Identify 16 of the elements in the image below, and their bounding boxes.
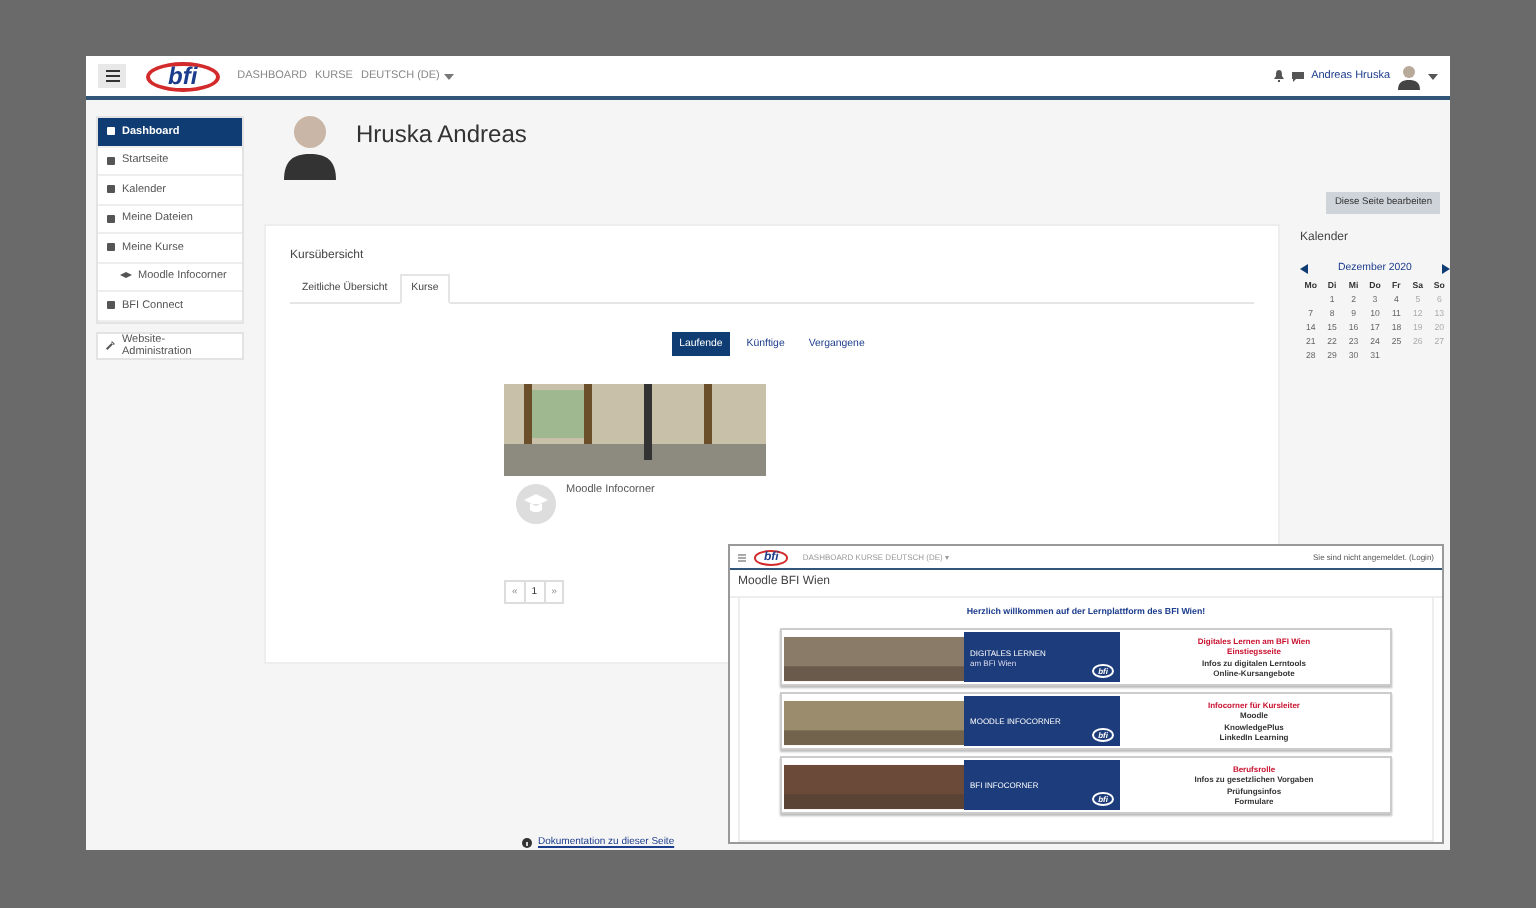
menu-icon — [105, 70, 119, 82]
caret-icon[interactable] — [1428, 73, 1438, 79]
bfi-logo[interactable]: bfi — [146, 61, 220, 91]
wrench-icon — [106, 340, 116, 350]
course-icon — [516, 484, 556, 524]
avatar-icon[interactable] — [1398, 63, 1420, 89]
bell-icon[interactable] — [1273, 70, 1284, 82]
menu-button[interactable] — [98, 64, 126, 88]
profile-silhouette — [284, 112, 336, 180]
profile-name: Hruska Andreas — [356, 120, 527, 152]
caret-icon — [443, 73, 454, 79]
photo-placeholder[interactable] — [504, 384, 766, 476]
menu-icon — [738, 553, 746, 561]
next-month-icon[interactable] — [1441, 263, 1450, 273]
previous-month-icon[interactable] — [1300, 263, 1308, 273]
chat-icon[interactable] — [1291, 71, 1304, 81]
